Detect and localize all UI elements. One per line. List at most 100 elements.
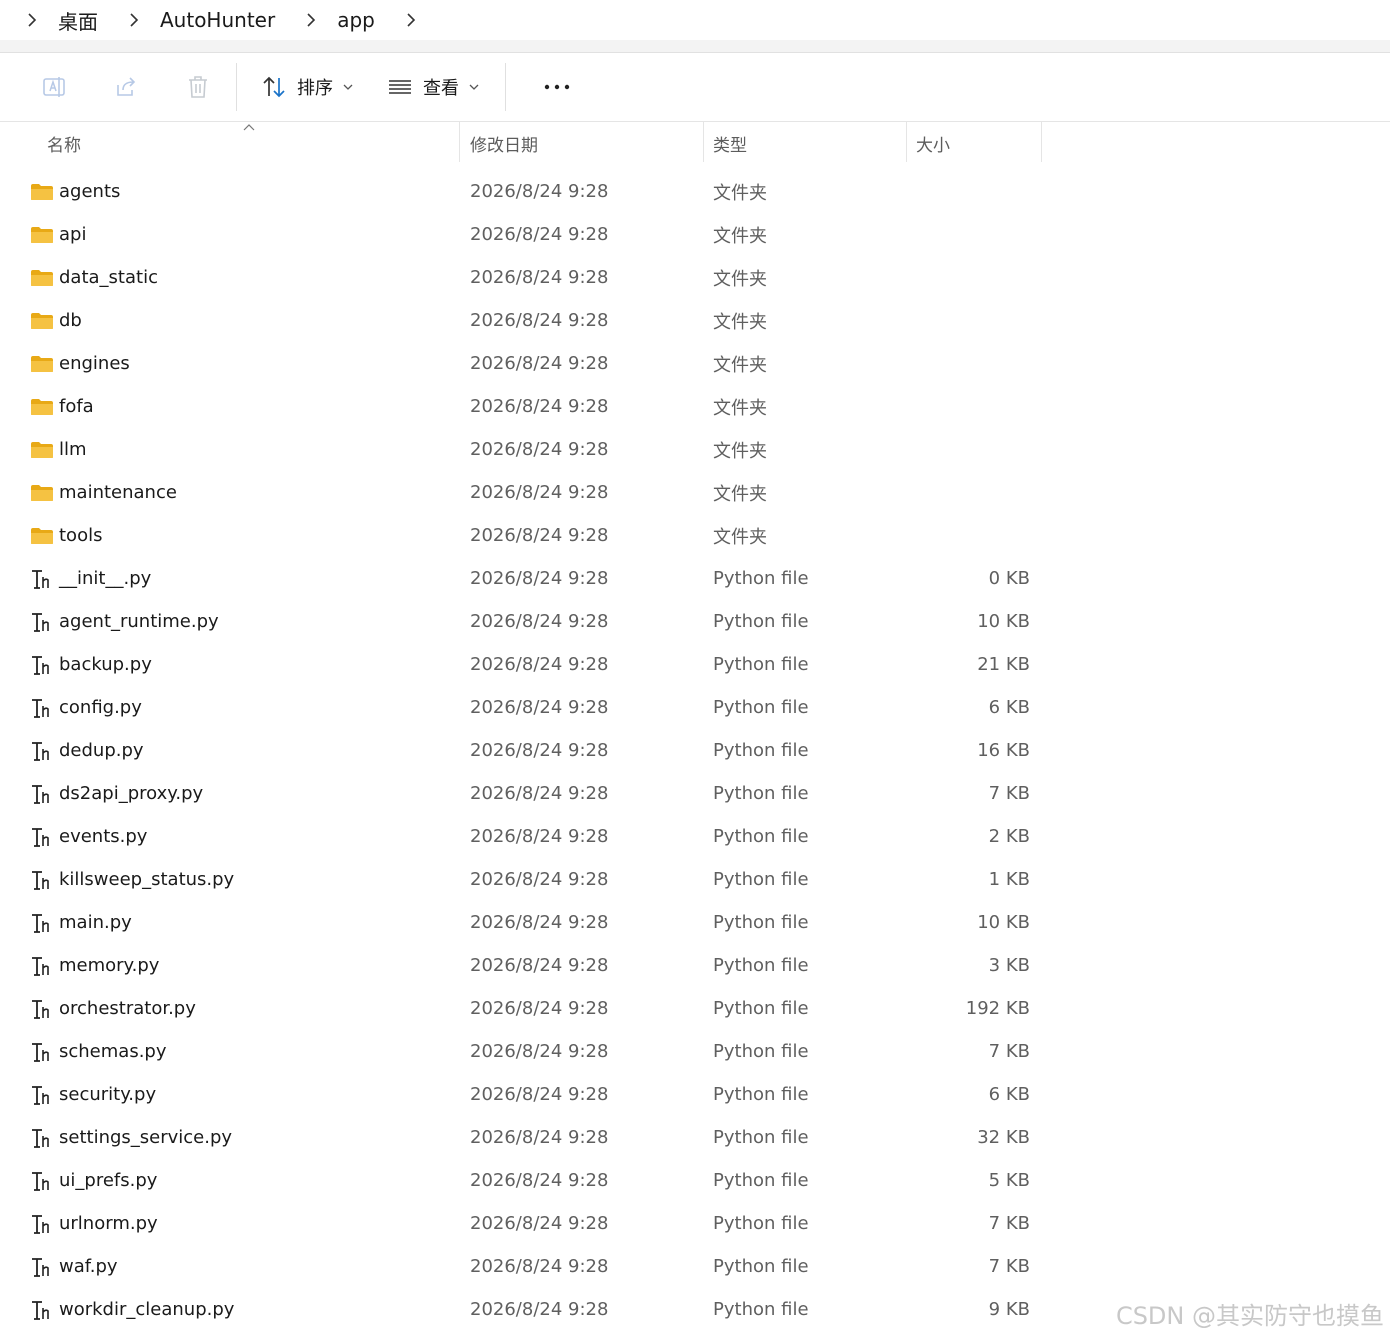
file-name[interactable]: ds2api_proxy.py: [59, 772, 203, 815]
python-file-icon: [30, 815, 54, 858]
sort-button[interactable]: 排序: [251, 53, 363, 121]
file-name[interactable]: dedup.py: [59, 729, 144, 772]
file-name[interactable]: agents: [59, 170, 120, 213]
file-row[interactable]: api 2026/8/24 9:28 文件夹: [0, 213, 1390, 256]
file-name[interactable]: ui_prefs.py: [59, 1159, 157, 1202]
file-type: 文件夹: [713, 354, 767, 376]
file-name[interactable]: security.py: [59, 1073, 156, 1116]
file-type: Python file: [713, 998, 809, 1019]
folder-icon: [30, 213, 54, 256]
file-name[interactable]: fofa: [59, 385, 94, 428]
share-button[interactable]: [90, 53, 162, 121]
file-size: 0 KB: [988, 568, 1030, 589]
file-row[interactable]: events.py 2026/8/24 9:28 Python file 2 KB: [0, 815, 1390, 858]
file-size: 21 KB: [977, 654, 1030, 675]
file-name[interactable]: db: [59, 299, 82, 342]
file-row[interactable]: memory.py 2026/8/24 9:28 Python file 3 KB: [0, 944, 1390, 987]
file-size: 7 KB: [988, 1213, 1030, 1234]
file-name[interactable]: waf.py: [59, 1245, 118, 1288]
file-row[interactable]: config.py 2026/8/24 9:28 Python file 6 KB: [0, 686, 1390, 729]
file-type: Python file: [713, 654, 809, 675]
file-row[interactable]: security.py 2026/8/24 9:28 Python file 6 KB: [0, 1073, 1390, 1116]
file-size: [860, 299, 1030, 342]
file-name[interactable]: api: [59, 213, 86, 256]
file-row[interactable]: killsweep_status.py 2026/8/24 9:28 Python …: [0, 858, 1390, 901]
file-date: 2026/8/24 9:28: [470, 267, 609, 288]
breadcrumb-item-app[interactable]: app: [333, 8, 379, 32]
file-row[interactable]: maintenance 2026/8/24 9:28 文件夹: [0, 471, 1390, 514]
file-row[interactable]: schemas.py 2026/8/24 9:28 Python file 7 KB: [0, 1030, 1390, 1073]
python-file-icon: [30, 1288, 54, 1331]
file-date: 2026/8/24 9:28: [470, 955, 609, 976]
delete-button[interactable]: [162, 53, 234, 121]
file-row[interactable]: agents 2026/8/24 9:28 文件夹: [0, 170, 1390, 213]
file-type: Python file: [713, 955, 809, 976]
file-row[interactable]: ds2api_proxy.py 2026/8/24 9:28 Python file…: [0, 772, 1390, 815]
file-row[interactable]: settings_service.py 2026/8/24 9:28 Python …: [0, 1116, 1390, 1159]
file-name[interactable]: main.py: [59, 901, 132, 944]
share-icon: [117, 77, 136, 96]
file-row[interactable]: __init__.py 2026/8/24 9:28 Python file 0 KB: [0, 557, 1390, 600]
python-file-icon: [30, 901, 54, 944]
file-name[interactable]: tools: [59, 514, 102, 557]
file-type: Python file: [713, 1213, 809, 1234]
file-date: 2026/8/24 9:28: [470, 869, 609, 890]
chevron-right-icon[interactable]: [26, 10, 40, 30]
file-size: [860, 256, 1030, 299]
more-options-button[interactable]: [520, 53, 594, 121]
file-name[interactable]: __init__.py: [59, 557, 151, 600]
column-divider[interactable]: [459, 122, 460, 162]
file-size: 7 KB: [988, 1256, 1030, 1277]
file-row[interactable]: tools 2026/8/24 9:28 文件夹: [0, 514, 1390, 557]
column-header-name[interactable]: 名称: [47, 122, 81, 164]
file-name[interactable]: events.py: [59, 815, 147, 858]
file-name[interactable]: data_static: [59, 256, 158, 299]
file-size: [860, 385, 1030, 428]
column-divider[interactable]: [906, 122, 907, 162]
column-header-date[interactable]: 修改日期: [470, 122, 538, 164]
view-button[interactable]: 查看: [377, 53, 489, 121]
column-header-type[interactable]: 类型: [713, 122, 747, 164]
file-row[interactable]: backup.py 2026/8/24 9:28 Python file 21 KB: [0, 643, 1390, 686]
file-row[interactable]: db 2026/8/24 9:28 文件夹: [0, 299, 1390, 342]
chevron-right-icon[interactable]: [405, 10, 419, 30]
file-row[interactable]: data_static 2026/8/24 9:28 文件夹: [0, 256, 1390, 299]
file-type: Python file: [713, 697, 809, 718]
file-name[interactable]: orchestrator.py: [59, 987, 196, 1030]
file-row[interactable]: urlnorm.py 2026/8/24 9:28 Python file 7 KB: [0, 1202, 1390, 1245]
column-divider[interactable]: [703, 122, 704, 162]
file-row[interactable]: agent_runtime.py 2026/8/24 9:28 Python fil…: [0, 600, 1390, 643]
file-name[interactable]: memory.py: [59, 944, 159, 987]
file-name[interactable]: schemas.py: [59, 1030, 167, 1073]
file-name[interactable]: agent_runtime.py: [59, 600, 219, 643]
file-name[interactable]: engines: [59, 342, 130, 385]
file-date: 2026/8/24 9:28: [470, 783, 609, 804]
file-name[interactable]: backup.py: [59, 643, 152, 686]
file-name[interactable]: llm: [59, 428, 87, 471]
file-row[interactable]: fofa 2026/8/24 9:28 文件夹: [0, 385, 1390, 428]
sort-icon: [263, 76, 285, 98]
file-name[interactable]: killsweep_status.py: [59, 858, 234, 901]
file-row[interactable]: ui_prefs.py 2026/8/24 9:28 Python file 5 KB: [0, 1159, 1390, 1202]
file-name[interactable]: config.py: [59, 686, 142, 729]
file-date: 2026/8/24 9:28: [470, 396, 609, 417]
file-row[interactable]: dedup.py 2026/8/24 9:28 Python file 16 KB: [0, 729, 1390, 772]
chevron-right-icon[interactable]: [305, 10, 319, 30]
file-name[interactable]: workdir_cleanup.py: [59, 1288, 234, 1331]
file-row[interactable]: main.py 2026/8/24 9:28 Python file 10 KB: [0, 901, 1390, 944]
file-name[interactable]: maintenance: [59, 471, 177, 514]
rename-button[interactable]: [18, 53, 90, 121]
file-row[interactable]: engines 2026/8/24 9:28 文件夹: [0, 342, 1390, 385]
breadcrumb-item-autohunter[interactable]: AutoHunter: [156, 8, 279, 32]
file-row[interactable]: orchestrator.py 2026/8/24 9:28 Python file…: [0, 987, 1390, 1030]
column-header-size[interactable]: 大小: [916, 122, 950, 164]
file-name[interactable]: urlnorm.py: [59, 1202, 158, 1245]
breadcrumb-item-desktop[interactable]: 桌面: [54, 6, 102, 35]
python-file-icon: [30, 772, 54, 815]
file-row[interactable]: waf.py 2026/8/24 9:28 Python file 7 KB: [0, 1245, 1390, 1288]
column-divider[interactable]: [1041, 122, 1042, 162]
file-name[interactable]: settings_service.py: [59, 1116, 232, 1159]
file-row[interactable]: llm 2026/8/24 9:28 文件夹: [0, 428, 1390, 471]
file-size: [860, 471, 1030, 514]
chevron-right-icon[interactable]: [128, 10, 142, 30]
